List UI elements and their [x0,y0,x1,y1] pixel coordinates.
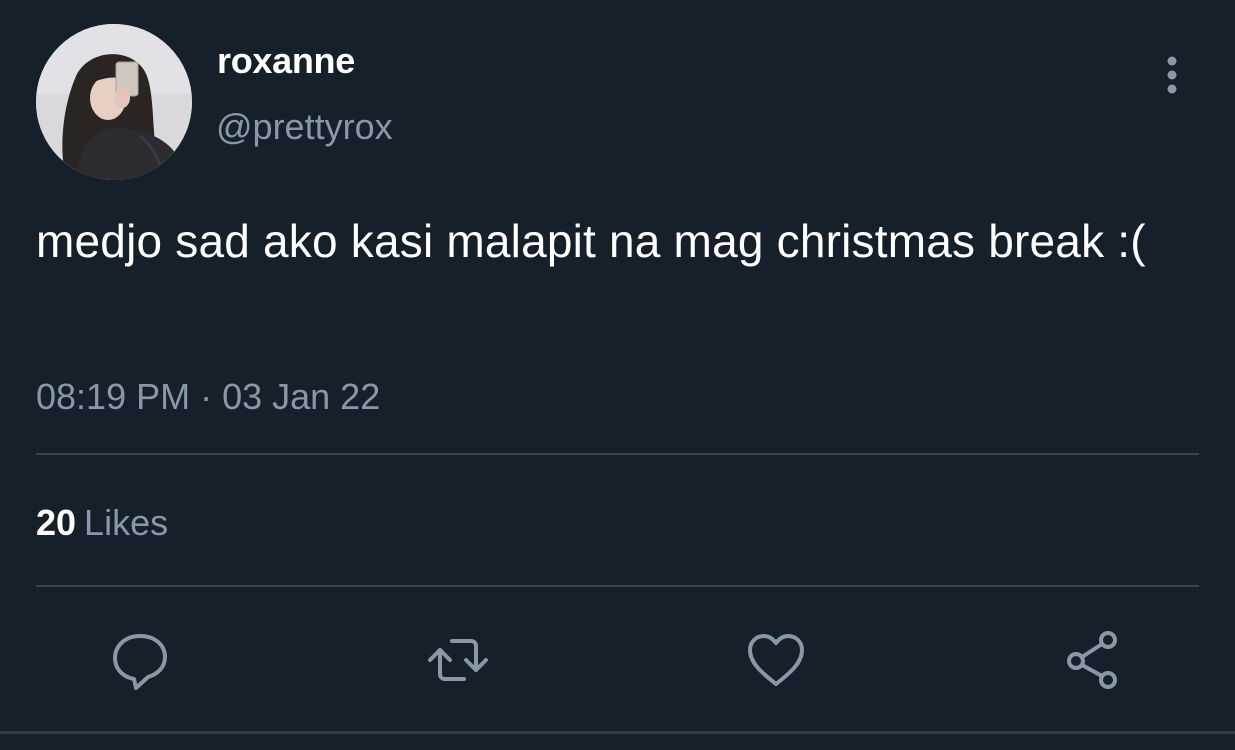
display-name[interactable]: roxanne [217,40,355,82]
bottom-divider [0,731,1235,734]
share-nodes-icon [1067,631,1117,689]
likes-label: Likes [84,502,169,543]
tweet-date: 03 Jan 22 [222,376,381,417]
tweet-detail: roxanne @prettyrox medjo sad ako kasi ma… [0,0,1235,750]
divider [36,453,1199,455]
user-handle[interactable]: @prettyrox [216,106,393,148]
profile-photo-icon [36,24,192,180]
heart-outline-icon [748,634,804,686]
likes-stat[interactable]: 20 Likes [36,502,168,544]
avatar[interactable] [36,24,192,180]
speech-bubble-icon [113,634,167,690]
retweet-arrows-icon [428,639,488,681]
tweet-time: 08:19 PM [36,376,191,417]
meta-separator: · [200,376,213,417]
like-button[interactable] [740,624,812,696]
likes-count: 20 [36,502,77,543]
reply-button[interactable] [104,624,176,696]
retweet-button[interactable] [422,624,494,696]
tweet-text: medjo sad ako kasi malapit na mag christ… [36,215,1146,267]
vertical-ellipsis-icon [1167,56,1177,94]
more-options-button[interactable] [1150,50,1194,100]
tweet-timestamp[interactable]: 08:19 PM · 03 Jan 22 [36,376,380,418]
divider [36,585,1199,587]
share-button[interactable] [1058,624,1130,696]
